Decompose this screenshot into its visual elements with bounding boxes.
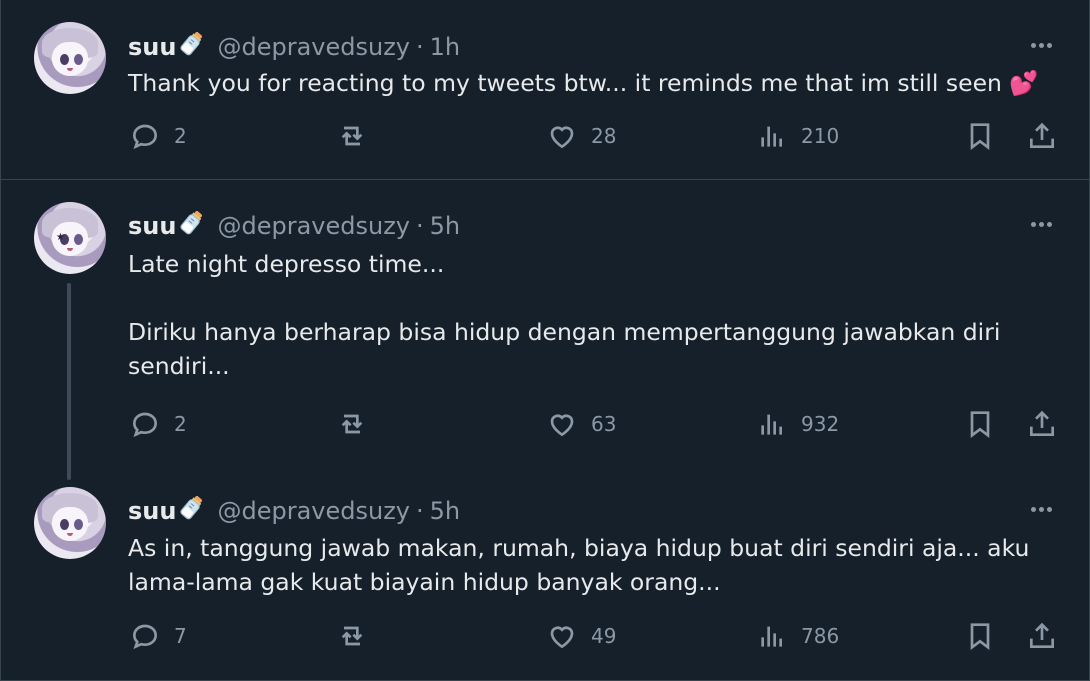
more-icon[interactable] — [1031, 496, 1055, 516]
baby-bottle-icon — [177, 28, 207, 65]
tweet[interactable]: ★ suu @depravedsuzy · 5h Late night depress… — [1, 180, 1089, 467]
share-icon — [1030, 410, 1054, 436]
bookmark-icon — [970, 123, 990, 150]
view-count: 210 — [801, 124, 840, 148]
views-button[interactable]: 932 — [756, 408, 839, 440]
bookmark-button[interactable] — [964, 408, 996, 440]
thread-connector — [67, 283, 71, 480]
reply-icon — [132, 624, 158, 650]
bookmark-icon — [970, 411, 990, 438]
like-button[interactable]: 28 — [546, 120, 616, 152]
tweet-actions: 7 49 786 — [1, 620, 1089, 660]
reply-button[interactable]: 2 — [129, 408, 187, 440]
avatar[interactable] — [34, 22, 106, 94]
baby-bottle-icon — [177, 207, 207, 244]
view-count: 786 — [801, 624, 840, 648]
tweet-actions: 2 28 210 — [1, 120, 1089, 160]
share-button[interactable] — [1026, 120, 1058, 152]
bookmark-button[interactable] — [964, 620, 996, 652]
views-button[interactable]: 786 — [756, 620, 839, 652]
like-count: 28 — [591, 124, 617, 148]
like-button[interactable]: 49 — [546, 620, 616, 652]
more-icon[interactable] — [1031, 211, 1055, 231]
views-button[interactable]: 210 — [756, 120, 839, 152]
tweet-header: suu @depravedsuzy · 5h — [128, 492, 460, 529]
retweet-button[interactable] — [336, 408, 368, 440]
tweet-text: Late night depresso time... Diriku hanya… — [128, 250, 1001, 380]
separator: · — [416, 212, 424, 240]
reply-button[interactable]: 2 — [129, 120, 187, 152]
share-icon — [1030, 122, 1054, 148]
views-icon — [761, 126, 782, 147]
timeline: suu @depravedsuzy · 1h Thank you for reacti… — [0, 0, 1090, 681]
reply-icon — [132, 412, 158, 438]
tweet-text: Thank you for reacting to my tweets btw.… — [128, 69, 1039, 97]
reply-count: 7 — [174, 624, 187, 648]
tweet[interactable]: suu @depravedsuzy · 1h Thank you for reacti… — [1, 0, 1089, 179]
baby-bottle-icon — [177, 492, 207, 529]
retweet-button[interactable] — [336, 620, 368, 652]
like-count: 49 — [591, 624, 617, 648]
tweet[interactable]: suu @depravedsuzy · 5h As in, tanggung jawa… — [1, 467, 1089, 681]
display-name[interactable]: suu — [128, 497, 176, 525]
tweet-header: suu @depravedsuzy · 1h — [128, 28, 460, 65]
separator: · — [416, 33, 424, 61]
tweet-text: As in, tanggung jawab makan, rumah, biay… — [128, 534, 1037, 596]
timestamp[interactable]: 1h — [430, 33, 460, 61]
view-count: 932 — [801, 412, 840, 436]
share-icon — [1030, 622, 1054, 648]
timestamp[interactable]: 5h — [430, 497, 460, 525]
more-icon[interactable] — [1031, 32, 1055, 52]
tweet-actions: 2 63 932 — [1, 408, 1089, 448]
heart-icon — [550, 414, 574, 437]
handle[interactable]: @depravedsuzy — [217, 497, 410, 525]
reply-count: 2 — [174, 124, 187, 148]
bookmark-icon — [970, 623, 990, 650]
retweet-icon — [341, 626, 363, 646]
tweet-header: suu @depravedsuzy · 5h — [128, 207, 460, 244]
reply-button[interactable]: 7 — [129, 620, 187, 652]
views-icon — [761, 414, 782, 435]
share-button[interactable] — [1026, 408, 1058, 440]
handle[interactable]: @depravedsuzy — [217, 212, 410, 240]
bookmark-button[interactable] — [964, 120, 996, 152]
display-name[interactable]: suu — [128, 33, 176, 61]
avatar[interactable]: ★ — [34, 202, 106, 274]
like-count: 63 — [591, 412, 617, 436]
reply-count: 2 — [174, 412, 187, 436]
heart-icon — [550, 126, 574, 149]
views-icon — [761, 626, 782, 647]
retweet-icon — [341, 126, 363, 146]
retweet-button[interactable] — [336, 120, 368, 152]
retweet-icon — [341, 414, 363, 434]
display-name[interactable]: suu — [128, 212, 176, 240]
avatar[interactable] — [34, 487, 106, 559]
share-button[interactable] — [1026, 620, 1058, 652]
separator: · — [416, 497, 424, 525]
timestamp[interactable]: 5h — [430, 212, 460, 240]
like-button[interactable]: 63 — [546, 408, 616, 440]
reply-icon — [132, 124, 158, 150]
handle[interactable]: @depravedsuzy — [217, 33, 410, 61]
heart-icon — [550, 626, 574, 649]
